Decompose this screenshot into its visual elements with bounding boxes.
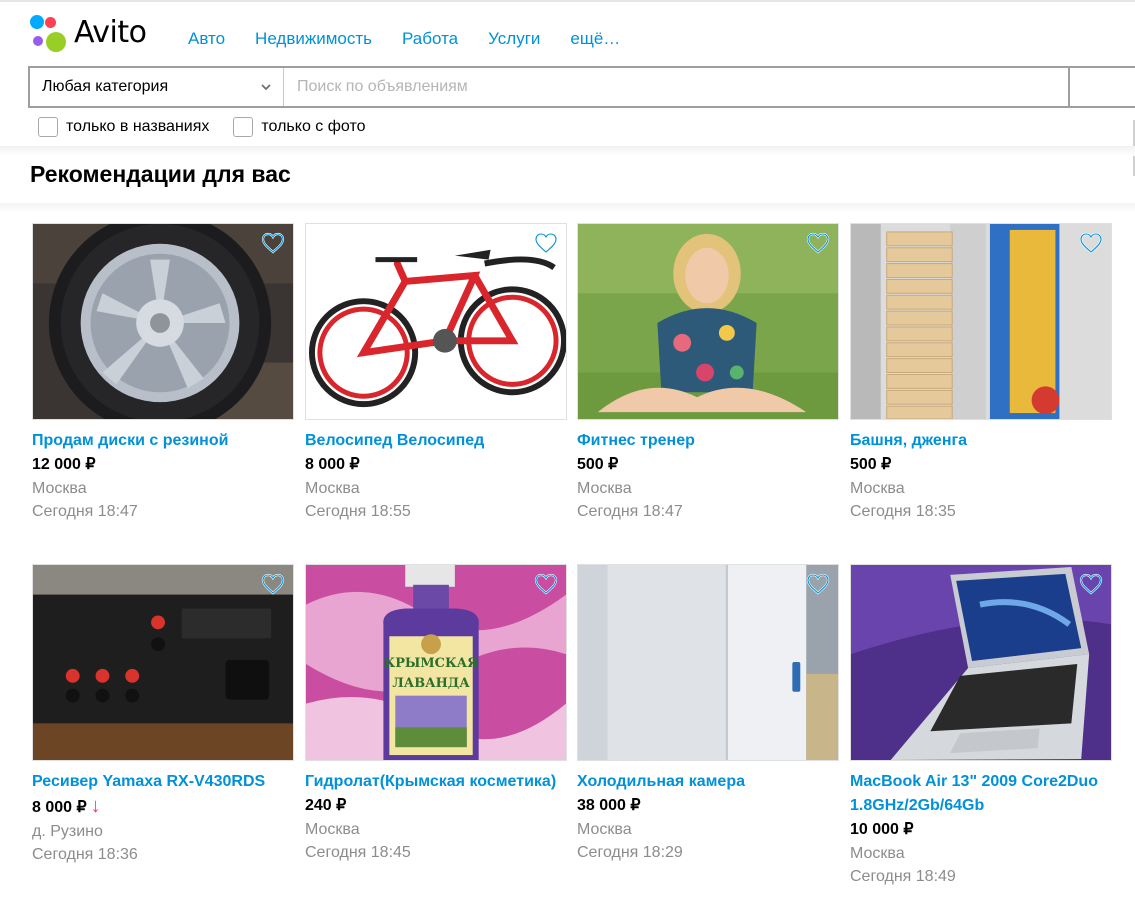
favorite-heart-icon[interactable] xyxy=(261,573,285,595)
listing-time: Сегодня 18:36 xyxy=(32,846,138,863)
nav-link-auto[interactable]: Авто xyxy=(188,29,225,49)
nav-link-realty[interactable]: Недвижимость xyxy=(255,29,372,49)
section-divider xyxy=(0,203,1135,213)
listing-card[interactable]: Ресивер Yamaxa RX-V430RDS 8 000 ₽ ↓ д. Ру… xyxy=(32,564,294,866)
section-title: Рекомендации для вас xyxy=(30,161,291,187)
listing-time: Сегодня 18:29 xyxy=(577,844,683,861)
red-bicycle-photo xyxy=(306,224,566,419)
listing-title[interactable]: Холодильная камера xyxy=(577,770,839,794)
favorite-heart-icon[interactable] xyxy=(534,232,558,254)
listing-time: Сегодня 18:55 xyxy=(305,503,411,520)
search-input[interactable] xyxy=(284,68,1068,106)
listing-time: Сегодня 18:49 xyxy=(850,868,956,885)
search-button[interactable] xyxy=(1068,66,1135,108)
listing-location: Москва xyxy=(32,480,87,497)
listing-card[interactable]: Фитнес тренер 500 ₽ Москва Сегодня 18:47 xyxy=(577,223,839,523)
top-border xyxy=(0,0,1135,2)
avito-logo[interactable]: Avito xyxy=(30,14,147,54)
listing-card[interactable]: Башня, дженга 500 ₽ Москва Сегодня 18:35 xyxy=(850,223,1112,523)
favorite-heart-icon[interactable] xyxy=(806,573,830,595)
listing-location: Москва xyxy=(305,821,360,838)
cold-room-photo xyxy=(578,565,838,760)
only-photo-label: только с фото xyxy=(261,118,366,135)
favorite-heart-icon[interactable] xyxy=(1079,232,1103,254)
listing-title[interactable]: Велосипед Велосипед xyxy=(305,429,567,453)
listing-card[interactable]: MacBook Air 13" 2009 Core2Duo 1.8GHz/2Gb… xyxy=(850,564,1112,888)
bottle-label-text: ЛАВАНДА xyxy=(392,676,470,691)
chevron-down-icon xyxy=(261,84,271,91)
receiver-back-panel-photo xyxy=(33,565,293,760)
listing-location: д. Рузино xyxy=(32,823,103,840)
listing-title[interactable]: Ресивер Yamaxa RX-V430RDS xyxy=(32,770,294,794)
only-titles-checkbox[interactable]: только в названиях xyxy=(38,117,209,137)
listing-time: Сегодня 18:47 xyxy=(32,503,138,520)
listing-location: Москва xyxy=(577,821,632,838)
favorite-heart-icon[interactable] xyxy=(1079,573,1103,595)
checkbox-box[interactable] xyxy=(38,117,58,137)
price-drop-arrow-icon: ↓ xyxy=(90,795,101,817)
listing-price: 10 000 ₽ xyxy=(850,821,914,838)
listing-title[interactable]: MacBook Air 13" 2009 Core2Duo 1.8GHz/2Gb… xyxy=(850,770,1112,818)
listing-photo[interactable] xyxy=(577,564,839,761)
listing-price: 38 000 ₽ xyxy=(577,797,641,814)
nav-link-services[interactable]: Услуги xyxy=(488,29,540,49)
search-bar: Любая категория xyxy=(28,66,1070,108)
favorite-heart-icon[interactable] xyxy=(534,573,558,595)
listing-time: Сегодня 18:47 xyxy=(577,503,683,520)
listing-location: Москва xyxy=(305,480,360,497)
listing-price-value: 8 000 ₽ xyxy=(32,799,87,816)
category-select-value: Любая категория xyxy=(42,78,169,95)
listing-card[interactable]: Холодильная камера 38 000 ₽ Москва Сегод… xyxy=(577,564,839,864)
listing-title[interactable]: Башня, дженга xyxy=(850,429,1112,453)
nav-link-jobs[interactable]: Работа xyxy=(402,29,458,49)
listing-photo[interactable] xyxy=(577,223,839,420)
listing-photo[interactable] xyxy=(305,223,567,420)
listing-photo[interactable] xyxy=(32,223,294,420)
woman-on-grass-photo xyxy=(578,224,838,419)
checkbox-box[interactable] xyxy=(233,117,254,137)
only-photo-checkbox[interactable]: только с фото xyxy=(233,117,365,137)
listing-title[interactable]: Фитнес тренер xyxy=(577,429,839,453)
listing-price: 8 000 ₽ xyxy=(305,456,360,473)
listing-photo[interactable] xyxy=(32,564,294,761)
listing-title[interactable]: Продам диски с резиной xyxy=(32,429,294,453)
lavender-bottle-photo: КРЫМСКАЯ ЛАВАНДА xyxy=(306,565,566,760)
listing-price: 500 ₽ xyxy=(577,456,619,473)
logo-dots-icon xyxy=(30,15,68,53)
header-divider xyxy=(0,146,1135,156)
listing-location: Москва xyxy=(850,845,905,862)
listing-price: 12 000 ₽ xyxy=(32,456,96,473)
category-select[interactable]: Любая категория xyxy=(30,68,284,106)
listing-card[interactable]: Продам диски с резиной 12 000 ₽ Москва С… xyxy=(32,223,294,523)
listing-photo[interactable] xyxy=(850,564,1112,761)
macbook-photo xyxy=(851,565,1111,760)
listing-card[interactable]: КРЫМСКАЯ ЛАВАНДА Гидролат(Крымская косме… xyxy=(305,564,567,864)
favorite-heart-icon[interactable] xyxy=(261,232,285,254)
listing-price: 500 ₽ xyxy=(850,456,892,473)
car-wheel-photo xyxy=(33,224,293,419)
listing-location: Москва xyxy=(577,480,632,497)
listing-price: 240 ₽ xyxy=(305,797,347,814)
jenga-tower-photo xyxy=(851,224,1111,419)
search-filters: только в названиях только с фото xyxy=(38,117,389,137)
listing-photo[interactable]: КРЫМСКАЯ ЛАВАНДА xyxy=(305,564,567,761)
listing-time: Сегодня 18:45 xyxy=(305,844,411,861)
logo-text: Avito xyxy=(74,14,147,50)
only-titles-label: только в названиях xyxy=(66,118,210,135)
listing-title[interactable]: Гидролат(Крымская косметика) xyxy=(305,770,567,794)
listing-location: Москва xyxy=(850,480,905,497)
nav-link-more[interactable]: ещё… xyxy=(570,29,620,49)
top-nav: Авто Недвижимость Работа Услуги ещё… xyxy=(188,29,650,49)
listing-price: 8 000 ₽ ↓ xyxy=(32,794,294,820)
bottle-label-text: КРЫМСКАЯ xyxy=(384,656,479,671)
listing-time: Сегодня 18:35 xyxy=(850,503,956,520)
favorite-heart-icon[interactable] xyxy=(806,232,830,254)
listing-photo[interactable] xyxy=(850,223,1112,420)
listing-card[interactable]: Велосипед Велосипед 8 000 ₽ Москва Сегод… xyxy=(305,223,567,523)
